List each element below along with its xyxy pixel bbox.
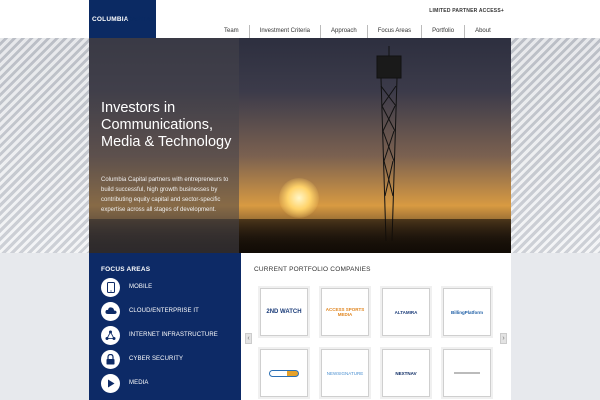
nav-item-investment-criteria[interactable]: Investment Criteria xyxy=(248,25,320,38)
company-logo-graphic xyxy=(454,372,480,374)
focus-item-label: CYBER SECURITY xyxy=(129,356,184,362)
focus-item-cloud-enterprise-it[interactable]: CLOUD/ENTERPRISE IT xyxy=(101,301,199,321)
focus-item-label: MEDIA xyxy=(129,380,149,386)
portfolio-tile-nextnav[interactable]: NEXTNAV xyxy=(382,349,430,397)
company-logo-text: 2ND WATCH xyxy=(266,309,302,315)
portfolio-heading: CURRENT PORTFOLIO COMPANIES xyxy=(254,266,371,273)
nav-item-team[interactable]: Team xyxy=(214,25,249,38)
hero-description: Columbia Capital partners with entrepren… xyxy=(101,177,229,213)
cloud-icon xyxy=(101,301,120,321)
hero-banner: Investors in Communications, Media & Tec… xyxy=(89,38,511,253)
left-decorative-background xyxy=(0,38,89,253)
portfolio-tile-altamira[interactable]: ALTAMIRA xyxy=(382,288,430,336)
portfolio-tile-access-sports-media[interactable]: ACCESS SPORTS MEDIA xyxy=(321,288,369,336)
company-logo-text: NEXTNAV xyxy=(395,370,417,376)
portfolio-tile-billingplatform[interactable]: BillingPlatform xyxy=(443,288,491,336)
logo-word-columbia: COLUMBIA xyxy=(92,15,129,23)
focus-item-cyber-security[interactable]: CYBER SECURITY xyxy=(101,349,183,369)
focus-item-label: INTERNET INFRASTRUCTURE xyxy=(129,332,218,338)
nav-item-approach[interactable]: Approach xyxy=(320,25,367,38)
main-nav: Team Investment Criteria Approach Focus … xyxy=(214,25,501,38)
company-logo-text: NEWSIGNATURE xyxy=(326,370,364,376)
nav-item-portfolio[interactable]: Portfolio xyxy=(421,25,464,38)
carousel-next-button[interactable]: › xyxy=(500,333,507,344)
company-logo-text: ALTAMIRA xyxy=(394,309,418,315)
right-gutter xyxy=(511,253,600,400)
portfolio-tile-newsignature[interactable]: NEWSIGNATURE xyxy=(321,349,369,397)
right-decorative-background xyxy=(511,38,600,253)
company-logo-text: BillingPlatform xyxy=(450,309,483,315)
mobile-phone-icon xyxy=(101,277,120,297)
portfolio-tile-2nd-watch[interactable]: 2ND WATCH xyxy=(260,288,308,336)
focus-item-media[interactable]: MEDIA xyxy=(101,373,149,393)
focus-item-label: CLOUD/ENTERPRISE IT xyxy=(129,308,199,314)
play-icon xyxy=(101,373,120,393)
site-header: COLUMBIA CAPITAL LIMITED PARTNER ACCESS+… xyxy=(0,0,600,38)
logo-suffix[interactable]: CAPITAL xyxy=(125,0,155,38)
focus-areas-panel: FOCUS AREAS MOBILE CLOUD/ENTERPRISE IT I… xyxy=(89,253,241,400)
focus-areas-heading: FOCUS AREAS xyxy=(101,266,151,273)
nav-item-about[interactable]: About xyxy=(464,25,501,38)
left-gutter xyxy=(0,253,89,400)
chevron-left-icon: ‹ xyxy=(247,335,250,342)
portfolio-tile-8[interactable] xyxy=(443,349,491,397)
focus-item-mobile[interactable]: MOBILE xyxy=(101,277,152,297)
hero-title: Investors in Communications, Media & Tec… xyxy=(101,100,232,150)
focus-item-label: MOBILE xyxy=(129,284,153,290)
lock-icon xyxy=(101,349,120,369)
company-logo-graphic xyxy=(269,369,299,377)
network-icon xyxy=(101,325,120,345)
limited-partner-access-link[interactable]: LIMITED PARTNER ACCESS+ xyxy=(429,8,504,14)
portfolio-tile-5[interactable] xyxy=(260,349,308,397)
company-logo-text: ACCESS SPORTS MEDIA xyxy=(325,307,365,317)
carousel-prev-button[interactable]: ‹ xyxy=(245,333,252,344)
sunset-glow xyxy=(279,178,319,218)
nav-item-focus-areas[interactable]: Focus Areas xyxy=(366,25,421,38)
cell-tower-image xyxy=(376,46,402,241)
logo-word-capital: CAPITAL xyxy=(127,15,155,23)
focus-item-internet-infrastructure[interactable]: INTERNET INFRASTRUCTURE xyxy=(101,325,218,345)
portfolio-panel: CURRENT PORTFOLIO COMPANIES ‹ › 2ND WATC… xyxy=(241,253,511,400)
chevron-right-icon: › xyxy=(502,335,505,342)
